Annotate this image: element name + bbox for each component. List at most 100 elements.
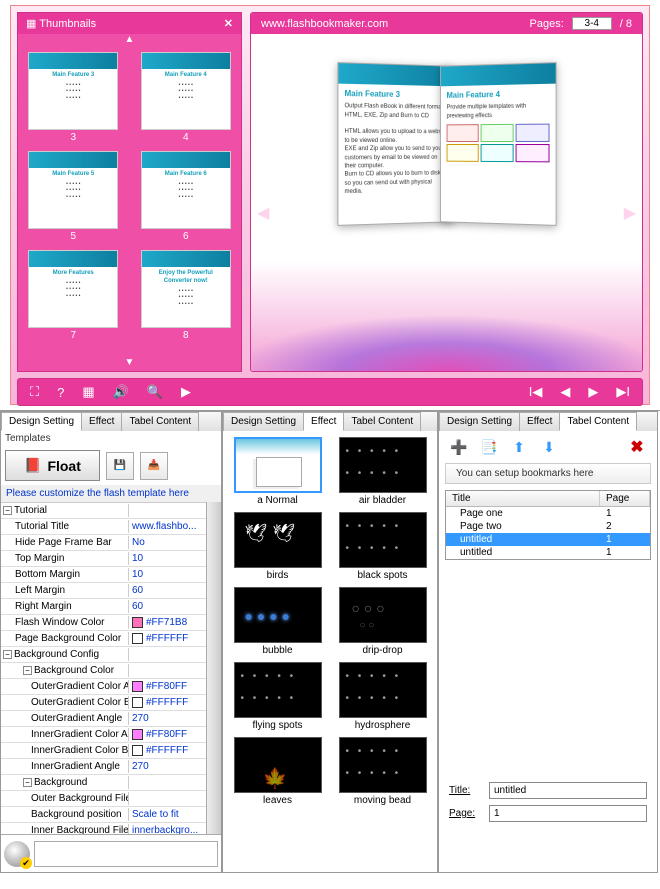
prop-page-bg-color: Page Background Color [1, 632, 129, 645]
bookmark-page-label: Page: [449, 808, 483, 819]
prop-outer-bg-file: Outer Background File [1, 792, 129, 805]
move-up-button[interactable]: ⬆ [509, 437, 529, 457]
bookmark-row[interactable]: Page two2 [446, 520, 650, 533]
tab-effect[interactable]: Effect [81, 412, 122, 431]
bg-color-group[interactable]: −Background Color [1, 664, 129, 677]
prop-hide-frame-value[interactable]: No [129, 536, 206, 549]
book-url: www.flashbookmaker.com [261, 18, 388, 30]
float-template-button[interactable]: 📕 Float [5, 450, 100, 481]
prop-outer-bg-file-value[interactable] [129, 798, 206, 800]
thumbnails-title: Thumbnails [39, 18, 96, 30]
sound-icon[interactable]: 🔊 [113, 384, 129, 400]
tab-design-setting[interactable]: Design Setting [439, 412, 520, 431]
prop-inner-a: InnerGradient Color A [1, 728, 129, 741]
effect-item[interactable]: bubble [229, 587, 326, 660]
prop-outer-angle-value[interactable]: 270 [129, 712, 206, 725]
help-icon[interactable]: ? [57, 385, 64, 400]
effect-item[interactable]: moving bead [334, 737, 431, 810]
prop-bg-position: Background position [1, 808, 129, 821]
prop-outer-a-value[interactable]: #FF80FF [129, 680, 206, 693]
bookmark-th-title[interactable]: Title [446, 491, 600, 506]
bookmark-th-page[interactable]: Page [600, 491, 650, 506]
settings-area: Design Setting Effect Tabel Content Temp… [0, 410, 660, 873]
bg-config-group[interactable]: −Background Config [1, 648, 129, 661]
thumbnail-item[interactable]: Main Feature 5• • • • •• • • • •• • • • … [22, 151, 125, 242]
fullscreen-icon[interactable]: ⛶ [30, 384, 39, 400]
prop-inner-a-value[interactable]: #FF80FF [129, 728, 206, 741]
import-template-button[interactable]: 📥 [140, 452, 168, 480]
next-page-icon[interactable]: ▶ [588, 384, 598, 400]
effect-item[interactable]: a Normal [229, 437, 326, 510]
tab-tabel-content[interactable]: Tabel Content [121, 412, 199, 431]
flipbook-preview: ▦ Thumbnails ✕ ▲ Main Feature 3• • • • •… [10, 5, 650, 405]
book-panel: www.flashbookmaker.com Pages: / 8 ◀ ▶ Ma… [250, 12, 643, 372]
thumbnail-item[interactable]: Enjoy the Powerful Converter now!• • • •… [135, 250, 238, 341]
prop-flash-window-color-value[interactable]: #FF71B8 [129, 616, 206, 629]
thumbnails-icon[interactable]: ▦ [82, 384, 94, 400]
customize-hint: Please customize the flash template here [1, 485, 221, 502]
thumbnails-scroll-down[interactable]: ▼ [18, 357, 241, 371]
prop-bottom-margin-value[interactable]: 10 [129, 568, 206, 581]
prop-page-bg-color-value[interactable]: #FFFFFF [129, 632, 206, 645]
tab-effect[interactable]: Effect [303, 412, 344, 431]
prop-left-margin-value[interactable]: 60 [129, 584, 206, 597]
first-page-icon[interactable]: I◀ [529, 384, 543, 400]
page-prev-arrow[interactable]: ◀ [257, 203, 269, 223]
prop-tutorial-title-value[interactable]: www.flashbo... [129, 520, 206, 533]
thumbnails-close-icon[interactable]: ✕ [224, 17, 233, 30]
thumbnails-header: ▦ Thumbnails ✕ [18, 13, 241, 34]
bookmark-hint: You can setup bookmarks here [445, 463, 651, 484]
tab-design-setting[interactable]: Design Setting [223, 412, 304, 431]
move-down-button[interactable]: ⬇ [539, 437, 559, 457]
property-scrollbar[interactable] [206, 502, 221, 834]
thumbnail-item[interactable]: Main Feature 4• • • • •• • • • •• • • • … [135, 52, 238, 143]
effect-item[interactable]: leaves [229, 737, 326, 810]
thumbnails-scroll-up[interactable]: ▲ [18, 34, 241, 48]
bookmark-form: Title: Page: [439, 776, 657, 834]
book-page-right[interactable]: Main Feature 4 Provide multiple template… [440, 62, 557, 226]
zoom-icon[interactable]: 🔍 [147, 384, 163, 400]
tab-tabel-content[interactable]: Tabel Content [559, 412, 637, 431]
bookmark-title-input[interactable] [489, 782, 647, 799]
save-template-button[interactable]: 💾 [106, 452, 134, 480]
bookmark-row[interactable]: untitled1 [446, 533, 650, 546]
add-child-bookmark-button[interactable]: 📑 [479, 437, 499, 457]
prop-inner-b-value[interactable]: #FFFFFF [129, 744, 206, 757]
background-group[interactable]: −Background [1, 776, 129, 789]
thumbnail-item[interactable]: Main Feature 3• • • • •• • • • •• • • • … [22, 52, 125, 143]
preview-toolbar: ⛶ ? ▦ 🔊 🔍 ▶ I◀ ◀ ▶ ▶I [17, 378, 643, 406]
page-next-arrow[interactable]: ▶ [624, 203, 636, 223]
effect-item[interactable]: flying spots [229, 662, 326, 735]
effect-item[interactable]: hydrosphere [334, 662, 431, 735]
bookmark-title-label: Title: [449, 785, 483, 796]
thumbnail-item[interactable]: Main Feature 6• • • • •• • • • •• • • • … [135, 151, 238, 242]
tab-design-setting[interactable]: Design Setting [1, 412, 82, 431]
tutorial-group[interactable]: −Tutorial [1, 504, 129, 517]
tab-tabel-content[interactable]: Tabel Content [343, 412, 421, 431]
prop-top-margin-value[interactable]: 10 [129, 552, 206, 565]
add-bookmark-button[interactable]: ➕ [449, 437, 469, 457]
effect-item[interactable]: birds [229, 512, 326, 585]
bookmark-row[interactable]: untitled1 [446, 546, 650, 559]
effect-item[interactable]: drip-drop [334, 587, 431, 660]
book-page-left[interactable]: Main Feature 3 Output Flash eBook in dif… [337, 62, 454, 226]
prop-inner-bg-file-value[interactable]: innerbackgro... [129, 824, 206, 834]
thumbnail-item[interactable]: More Features• • • • •• • • • •• • • • •… [22, 250, 125, 341]
bookmark-page-input[interactable] [489, 805, 647, 822]
prop-right-margin-value[interactable]: 60 [129, 600, 206, 613]
pages-input[interactable] [572, 17, 612, 30]
prop-outer-angle: OuterGradient Angle [1, 712, 129, 725]
last-page-icon[interactable]: ▶I [616, 384, 630, 400]
pages-label: Pages: [530, 18, 564, 30]
apply-icon[interactable] [4, 841, 30, 867]
effect-item[interactable]: air bladder [334, 437, 431, 510]
prop-outer-b-value[interactable]: #FFFFFF [129, 696, 206, 709]
play-icon[interactable]: ▶ [181, 384, 191, 400]
tab-effect[interactable]: Effect [519, 412, 560, 431]
bookmark-row[interactable]: Page one1 [446, 507, 650, 520]
prop-bg-position-value[interactable]: Scale to fit [129, 808, 206, 821]
prev-page-icon[interactable]: ◀ [560, 384, 570, 400]
effect-item[interactable]: black spots [334, 512, 431, 585]
delete-bookmark-button[interactable]: ✖ [627, 437, 647, 457]
prop-inner-angle-value[interactable]: 270 [129, 760, 206, 773]
